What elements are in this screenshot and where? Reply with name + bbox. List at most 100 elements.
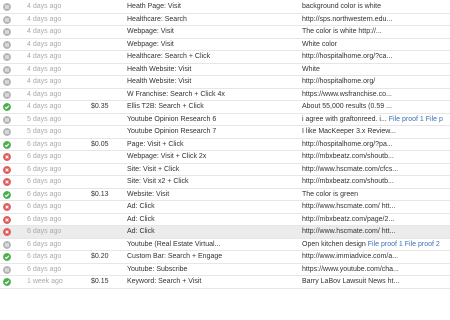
pending-icon [3, 240, 11, 249]
task-name: Website: Visit [127, 190, 170, 198]
task-result: White color [302, 40, 338, 48]
approved-check-icon [3, 190, 11, 199]
task-age: 4 days ago [27, 15, 62, 23]
task-age: 1 week ago [27, 278, 63, 285]
table-row[interactable]: 6 days ago Ad: Click http://www.hscmate.co… [0, 201, 450, 214]
pending-icon [3, 28, 11, 36]
table-row[interactable]: 4 days ago Healthcare: Search http://sps.n… [0, 14, 450, 26]
table-row[interactable]: 6 days ago $0.13 Website: Visit The color i… [0, 189, 450, 201]
task-result: https://www.youtube.com/cha... [302, 265, 399, 273]
task-age: 6 days ago [27, 190, 62, 198]
approved-check-icon [3, 253, 11, 261]
task-age: 6 days ago [27, 153, 62, 160]
task-result: http://mbxbeatz.com/shoutb... [302, 178, 394, 185]
table-row[interactable]: 4 days ago Heath Page: Visit background co… [0, 1, 450, 14]
pending-icon [3, 90, 11, 99]
task-name: Custom Bar: Search + Engage [127, 253, 223, 260]
rejected-x-icon [3, 165, 11, 174]
table-row[interactable]: 6 days ago Webpage: Visit + Click 2x http:… [0, 151, 450, 164]
task-result: The color is white http://... [302, 28, 382, 35]
table-row[interactable]: 5 days ago Youtube Opinion Research 7 I li… [0, 126, 450, 139]
task-result: I like MacKeeper 3.x Review... [302, 128, 396, 135]
task-amount: $0.05 [91, 140, 109, 148]
task-age: 4 days ago [27, 3, 62, 10]
pending-icon [3, 40, 11, 49]
task-amount: $0.13 [91, 190, 109, 198]
task-age: 6 days ago [27, 240, 62, 248]
pending-icon [3, 265, 11, 274]
approved-check-icon [3, 103, 11, 111]
file-proof-links[interactable]: File proof 1 File proof 2 [368, 241, 440, 248]
task-name: Healthcare: Search [127, 15, 187, 23]
table-row[interactable]: 4 days ago Webpage: Visit The color is whi… [0, 26, 450, 39]
task-age: 4 days ago [27, 28, 62, 35]
table-row[interactable]: 5 days ago Youtube Opinion Research 6 i ag… [0, 114, 450, 126]
task-result: http://hospitalhome.org/?ca... [302, 53, 393, 60]
task-age: 5 days ago [27, 128, 62, 135]
task-amount: $0.35 [91, 103, 109, 110]
task-age: 4 days ago [27, 53, 62, 60]
table-row[interactable]: 4 days ago Health Website: Visit http://ho… [0, 76, 450, 89]
task-name: Health Website: Visit [127, 78, 192, 85]
table-row[interactable]: 6 days ago $0.05 Page: Visit + Click http:/… [0, 139, 450, 151]
task-name: Youtube (Real Estate Virtual... [127, 240, 221, 248]
task-result: Barry LaBov Lawsuit News ht... [302, 278, 400, 285]
table-row[interactable]: 6 days ago $0.20 Custom Bar: Search + Enga… [0, 251, 450, 264]
table-row[interactable]: 6 days ago Ad: Click http://www.hscmate.co… [0, 226, 450, 239]
task-age: 4 days ago [27, 103, 62, 110]
task-name: Ad: Click [127, 203, 155, 210]
table-row[interactable]: 1 week ago $0.15 Keyword: Search + Visit Ba… [0, 276, 450, 289]
task-result: The color is green [302, 190, 359, 198]
task-result: background color is white [302, 3, 381, 10]
approved-check-icon [3, 140, 11, 149]
task-amount: $0.20 [91, 253, 109, 260]
task-result: Open kitchen design File proof 1 File pr… [302, 239, 450, 251]
task-name: Page: Visit + Click [127, 140, 184, 148]
table-row[interactable]: 4 days ago Webpage: Visit White color [0, 39, 450, 51]
table-row[interactable]: 4 days ago Health Website: Visit White [0, 64, 450, 76]
task-age: 6 days ago [27, 178, 62, 185]
file-proof-links[interactable]: File proof 1 File p [389, 116, 443, 123]
task-age: 6 days ago [27, 253, 62, 260]
task-age: 4 days ago [27, 78, 62, 85]
task-age: 4 days ago [27, 65, 62, 73]
pending-icon [3, 128, 11, 136]
task-name: Healthcare: Search + Click [127, 53, 211, 60]
task-age: 5 days ago [27, 115, 62, 123]
task-result: http://hospitalhome.org/?pa... [302, 140, 393, 148]
task-name: Ellis T2B: Search + Click [127, 103, 204, 110]
task-name: Ad: Click [127, 228, 155, 235]
task-name: Heath Page: Visit [127, 3, 181, 10]
task-name: Site: Visit x2 + Click [127, 178, 189, 185]
task-result: i agree with graftonreed. i... File proo… [302, 114, 450, 126]
task-name: Youtube Opinion Research 7 [127, 128, 217, 135]
task-result-text: i agree with graftonreed. i... [302, 115, 387, 123]
rejected-x-icon [3, 203, 11, 211]
task-result: http://www.hscmate.com/ htt... [302, 203, 396, 210]
rejected-x-icon [3, 153, 11, 161]
table-row[interactable]: 4 days ago $0.35 Ellis T2B: Search + Click… [0, 101, 450, 114]
table-row[interactable]: 4 days ago Healthcare: Search + Click http… [0, 51, 450, 64]
pending-icon [3, 65, 11, 74]
task-result: http://www.immiadvice.com/a... [302, 253, 399, 260]
task-name: Ad: Click [127, 215, 155, 223]
pending-icon [3, 78, 11, 86]
task-name: Webpage: Visit [127, 40, 174, 48]
task-age: 4 days ago [27, 40, 62, 48]
table-row[interactable]: 6 days ago Youtube: Subscribe https://www.… [0, 264, 450, 276]
task-age: 4 days ago [27, 90, 62, 98]
table-row[interactable]: 6 days ago Site: Visit x2 + Click http://m… [0, 176, 450, 189]
rejected-x-icon [3, 228, 11, 236]
pending-icon [3, 115, 11, 124]
task-amount: $0.15 [91, 278, 109, 285]
task-age: 6 days ago [27, 228, 62, 235]
table-row[interactable]: 6 days ago Site: Visit + Click http://www.… [0, 164, 450, 176]
table-row[interactable]: 6 days ago Ad: Click http://mbxbeatz.com/p… [0, 214, 450, 226]
table-row[interactable]: 4 days ago W Franchise: Search + Click 4x… [0, 89, 450, 101]
table-row[interactable]: 6 days ago Youtube (Real Estate Virtual..… [0, 239, 450, 251]
task-age: 6 days ago [27, 215, 62, 223]
task-result: http://hospitalhome.org/ [302, 78, 376, 85]
task-age: 6 days ago [27, 265, 62, 273]
task-result: About 55,000 results (0.59 ... [302, 103, 392, 110]
task-history-table: 4 days ago Heath Page: Visit background co… [0, 1, 450, 289]
